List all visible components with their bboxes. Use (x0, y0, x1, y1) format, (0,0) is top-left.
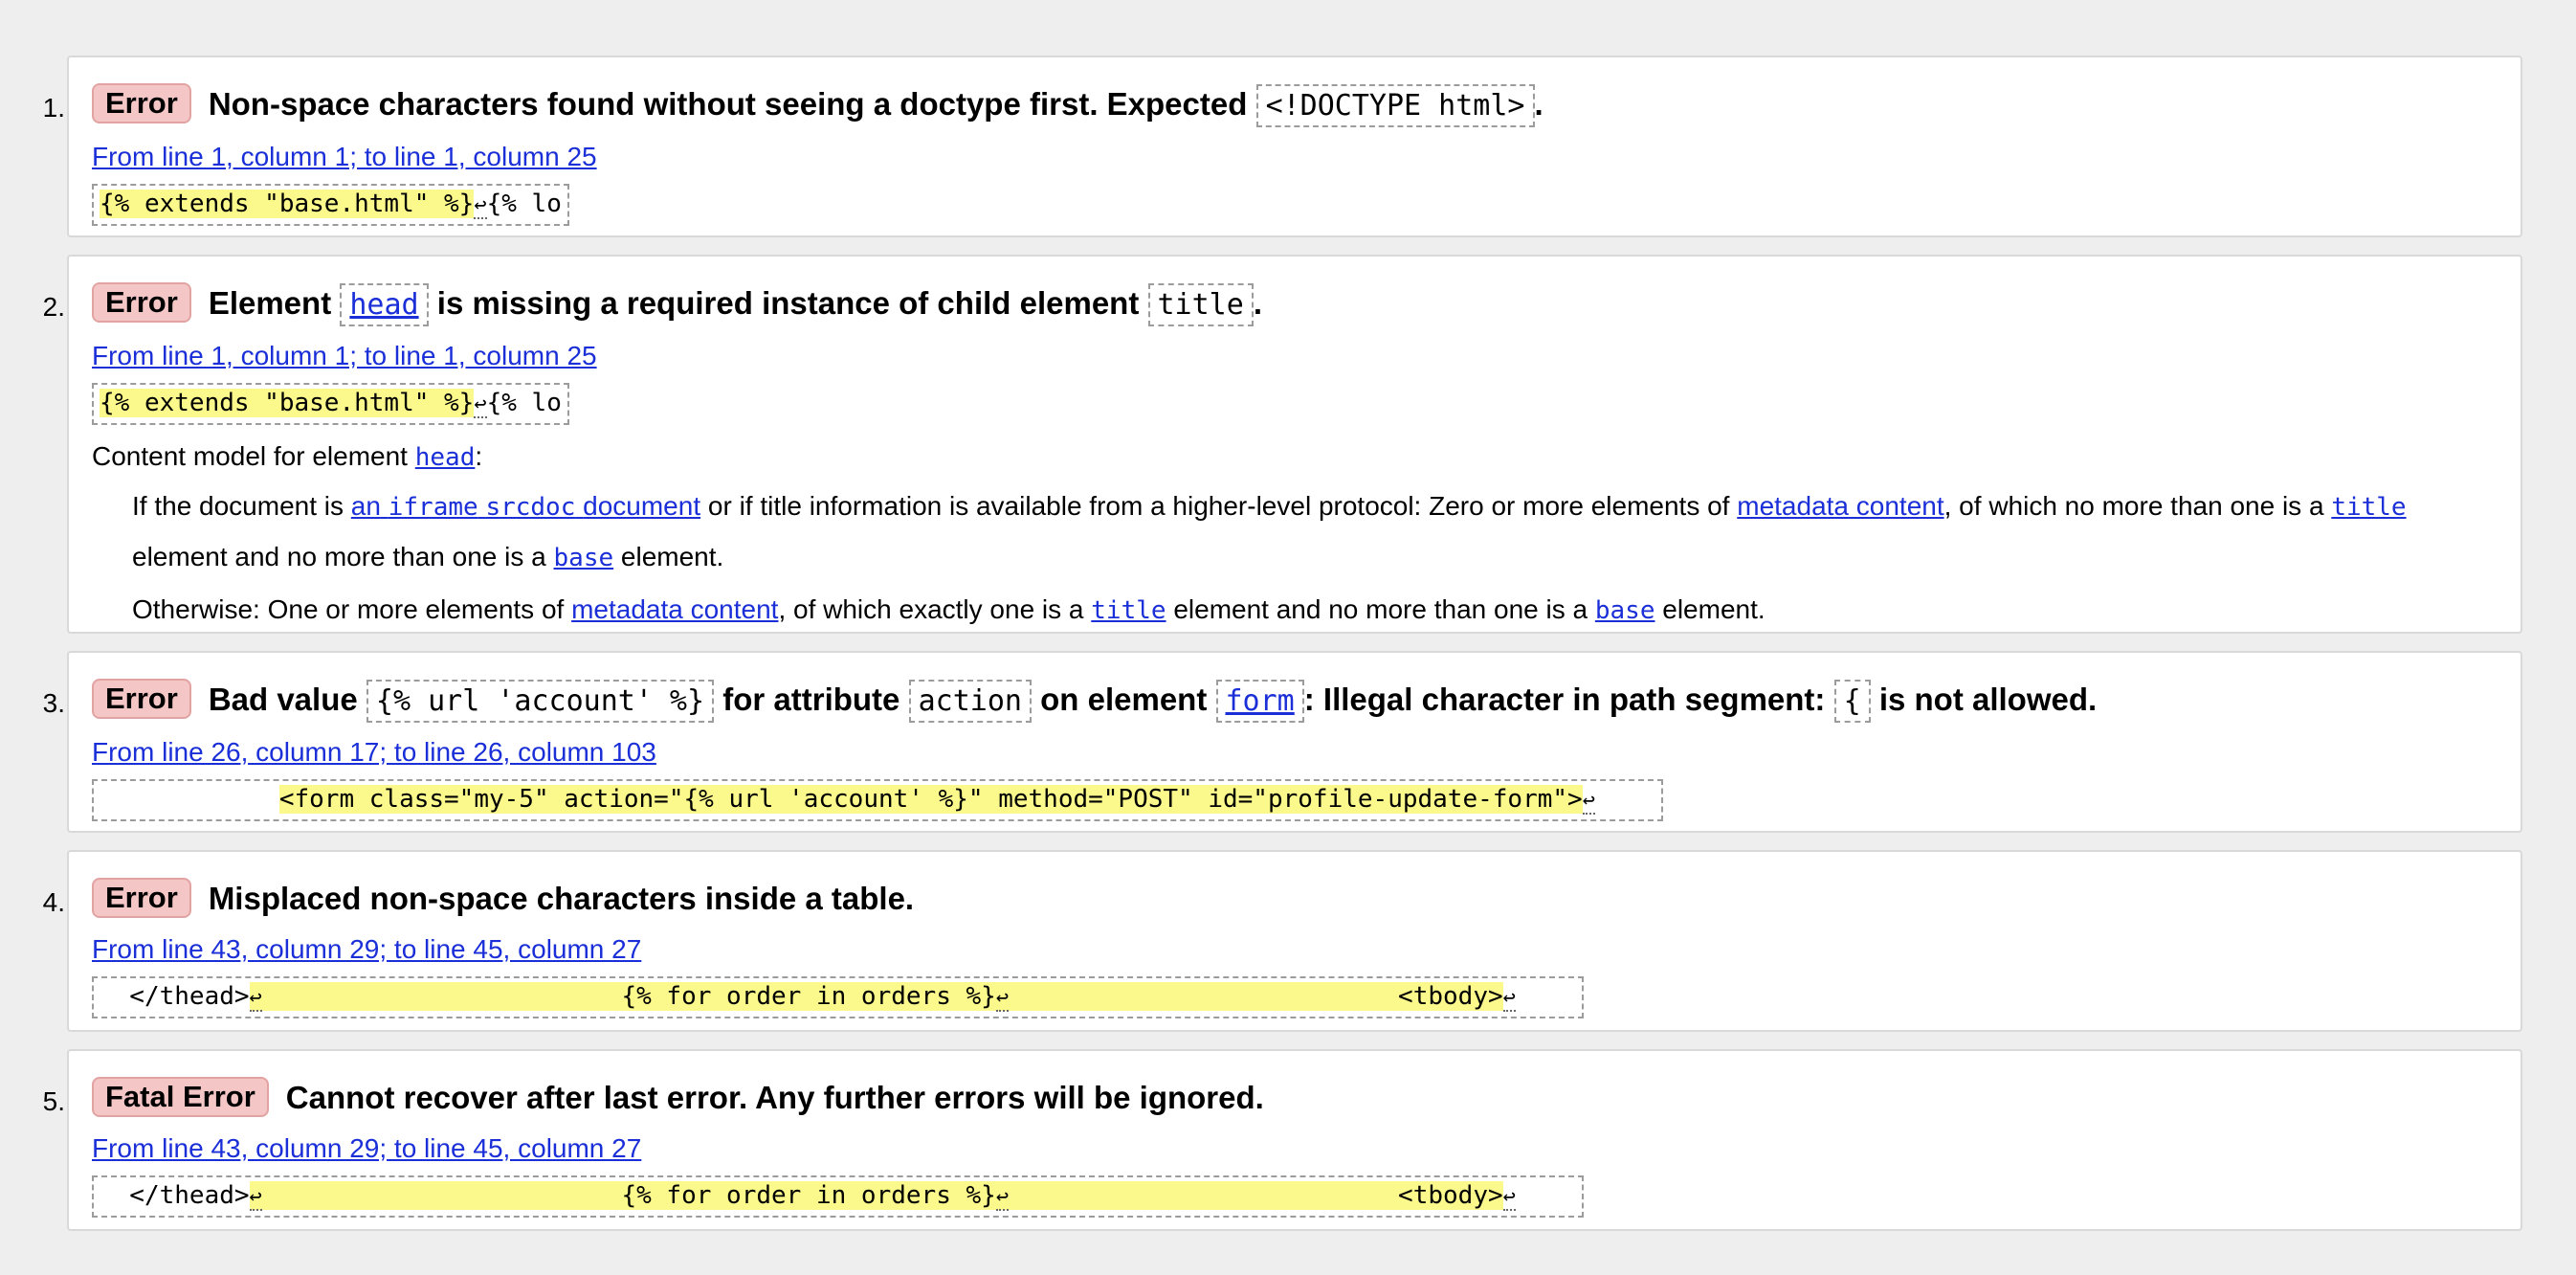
extract-highlight-text: <tbody> (1009, 982, 1503, 1011)
line-break-glyph: ↩ (1502, 986, 1516, 1012)
message-text: on element (1040, 682, 1208, 717)
rule-text: element. (620, 542, 724, 571)
extract-highlight: {% extends "base.html" %} (100, 190, 475, 218)
rule-text: Otherwise: One or more elements of (132, 594, 565, 624)
error-message: 2. Error Element head is missing a requir… (43, 255, 2522, 636)
code-attribute: action (908, 680, 1032, 723)
line-break-glyph: ↩ (1502, 1185, 1516, 1211)
extract-highlight-text: {% for order in orders %} (261, 982, 996, 1011)
message-text: Bad value (208, 682, 358, 717)
rule-text: or if title information is available fro… (707, 491, 1730, 521)
message-number: 4. (42, 887, 65, 917)
validator-message-list: 1. Error Non-space characters found witho… (43, 56, 2522, 1248)
source-extract: {% extends "base.html" %}↩{% lo (92, 383, 569, 425)
message-number: 1. (42, 93, 65, 123)
error-badge: Error (92, 83, 191, 123)
line-break-glyph: ↩ (249, 1185, 262, 1211)
element-link-base[interactable]: base (1595, 594, 1655, 625)
element-link-head[interactable]: head (349, 288, 418, 322)
fatal-error-badge: Fatal Error (92, 1077, 269, 1117)
location-link[interactable]: From line 26, column 17; to line 26, col… (92, 727, 2498, 777)
code-form: form (1215, 680, 1304, 723)
rule-text: If the document is (132, 491, 344, 521)
message-text: is missing a required instance of child … (436, 285, 1140, 321)
line-break-glyph: ↩ (995, 986, 1010, 1012)
message-text: is not allowed. (1878, 682, 2098, 717)
line-break-glyph: ↩ (249, 986, 262, 1012)
code-bad-value: {% url 'account' %} (366, 680, 715, 723)
content-model-description: If the document is an iframe srcdoc docu… (132, 481, 2498, 636)
fatal-error-message: 5. Fatal Error Cannot recover after last … (43, 1049, 2522, 1231)
content-model-iframe-rule: If the document is an iframe srcdoc docu… (132, 481, 2498, 583)
extract-text (100, 785, 279, 814)
element-link-title[interactable]: title (1091, 594, 1166, 625)
source-extract: <form class="my-5" action="{% url 'accou… (92, 779, 1663, 821)
rule-text: element and no more than one is a (1173, 594, 1588, 624)
message-number: 5. (42, 1086, 65, 1116)
extract-text: {% lo (486, 389, 562, 417)
message-headline: Fatal Error Cannot recover after last err… (92, 1072, 2498, 1124)
message-text: . (1253, 285, 1262, 321)
message-text: for attribute (722, 682, 900, 717)
message-text: Element (208, 285, 332, 321)
code-head: head (340, 283, 429, 326)
rule-text: , of which exactly one is a (778, 594, 1084, 624)
source-extract: {% extends "base.html" %}↩{% lo (92, 184, 569, 226)
message-text: Cannot recover after last error. Any fur… (285, 1080, 1264, 1115)
content-model: Content model for element head: (92, 433, 2498, 481)
code-brace: { (1833, 680, 1871, 723)
line-break-glyph: ↩ (474, 392, 487, 418)
location-link[interactable]: From line 43, column 29; to line 45, col… (92, 925, 2498, 974)
extract-highlight: {% extends "base.html" %} (100, 389, 475, 417)
location-link[interactable]: From line 43, column 29; to line 45, col… (92, 1124, 2498, 1174)
message-text: Non-space characters found without seein… (208, 86, 1248, 122)
extract-highlight-text: {% for order in orders %} (261, 1181, 996, 1210)
message-number: 2. (42, 292, 65, 322)
message-headline: Error Element head is missing a required … (92, 278, 2498, 331)
error-message: 1. Error Non-space characters found witho… (43, 56, 2522, 237)
error-message: 3. Error Bad value {% url 'account' %} fo… (43, 651, 2522, 833)
line-break-glyph: ↩ (995, 1185, 1010, 1211)
rule-text: element and no more than one is a (132, 542, 546, 571)
extract-text: {% lo (486, 190, 562, 218)
rule-text: , of which no more than one is a (1943, 491, 2324, 521)
element-link-base[interactable]: base (554, 542, 614, 572)
extract-highlight: ↩ {% for order in orders %}↩ <tbody> (249, 982, 1503, 1012)
extract-text: </thead> (100, 1181, 250, 1210)
error-badge: Error (92, 282, 191, 323)
element-link-form[interactable]: form (1226, 684, 1295, 718)
extract-text: </thead> (100, 982, 250, 1011)
extract-highlight: ↩ {% for order in orders %}↩ <tbody> (249, 1181, 1503, 1211)
content-model-label: Content model for element (92, 441, 408, 471)
message-headline: Error Non-space characters found without … (92, 78, 2498, 132)
location-link[interactable]: From line 1, column 1; to line 1, column… (92, 132, 2498, 182)
message-headline: Error Bad value {% url 'account' %} for a… (92, 674, 2498, 727)
colon: : (475, 441, 483, 471)
message-text: Misplaced non-space characters inside a … (208, 881, 915, 916)
extract-highlight-text: <tbody> (1009, 1181, 1503, 1210)
iframe-srcdoc-link[interactable]: an iframe srcdoc document (351, 491, 700, 522)
message-number: 3. (42, 688, 65, 718)
element-link-head[interactable]: head (415, 441, 476, 472)
source-extract: </thead>↩ {% for order in orders %}↩ <tb… (92, 1175, 1584, 1218)
element-link-title[interactable]: title (2331, 491, 2406, 522)
message-text: : Illegal character in path segment: (1303, 682, 1826, 717)
content-model-otherwise-rule: Otherwise: One or more elements of metad… (132, 585, 2498, 636)
error-badge: Error (92, 878, 191, 918)
message-text: . (1534, 86, 1543, 122)
error-badge: Error (92, 679, 191, 719)
extract-highlight: <form class="my-5" action="{% url 'accou… (278, 785, 1583, 814)
error-message: 4. Error Misplaced non-space characters i… (43, 850, 2522, 1032)
line-break-glyph: ↩ (1582, 789, 1595, 815)
metadata-content-link[interactable]: metadata content (571, 594, 778, 624)
rule-text: element. (1662, 594, 1765, 624)
location-link[interactable]: From line 1, column 1; to line 1, column… (92, 331, 2498, 381)
source-extract: </thead>↩ {% for order in orders %}↩ <tb… (92, 976, 1584, 1018)
line-break-glyph: ↩ (474, 193, 487, 219)
code-title: title (1147, 283, 1254, 326)
message-headline: Error Misplaced non-space characters insi… (92, 873, 2498, 925)
code-doctype: <!DOCTYPE html> (1255, 84, 1535, 127)
metadata-content-link[interactable]: metadata content (1737, 491, 1943, 521)
